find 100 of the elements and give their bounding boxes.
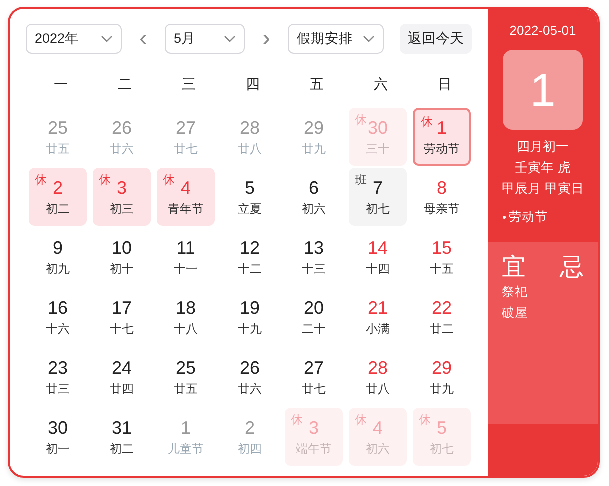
day-number: 25 [48,118,68,138]
day-number: 30 [368,118,388,138]
weekday-label: 三 [181,76,197,94]
lunar-date: 小满 [366,322,390,336]
day-cell[interactable]: 班 7 初七 [349,168,407,226]
day-cell[interactable]: 8 母亲节 [413,168,471,226]
lunar-date: 端午节 [296,442,332,456]
holiday-select[interactable]: 假期安排 [288,24,384,54]
lunar-info: 甲辰月 甲寅日 [501,180,585,198]
day-number: 10 [112,238,132,258]
day-cell[interactable]: 18 十八 [157,288,215,346]
chevron-down-icon [101,35,113,43]
day-number: 21 [368,298,388,318]
day-cell[interactable]: 11 十一 [157,228,215,286]
day-number: 4 [372,418,383,438]
day-number: 1 [180,418,191,438]
day-cell[interactable]: 22 廿二 [413,288,471,346]
day-cell[interactable]: 休 3 初三 [93,168,151,226]
lunar-date: 母亲节 [424,202,460,216]
prev-month-button[interactable]: ‹ [122,27,165,51]
day-status-label: 休 [35,173,47,187]
lunar-info: 壬寅年 虎 [514,159,572,177]
day-number: 29 [304,118,324,138]
lunar-date: 廿六 [110,142,134,156]
day-cell[interactable]: 16 十六 [29,288,87,346]
weekday-label: 一 [53,76,69,94]
day-number: 9 [52,238,63,258]
day-number: 1 [436,118,447,138]
day-number: 26 [112,118,132,138]
lunar-date: 初三 [110,202,134,216]
day-cell[interactable]: 25 廿五 [157,348,215,406]
day-cell[interactable]: 9 初九 [29,228,87,286]
day-cell[interactable]: 休 4 青年节 [157,168,215,226]
day-cell[interactable]: 20 二十 [285,288,343,346]
lunar-date: 廿五 [174,382,198,396]
day-number: 4 [180,178,191,198]
weekday-label: 四 [245,76,261,94]
lunar-date: 十四 [366,262,390,276]
day-number: 13 [304,238,324,258]
day-number: 30 [48,418,68,438]
day-cell[interactable]: 12 十二 [221,228,279,286]
day-cell[interactable]: 13 十三 [285,228,343,286]
day-cell[interactable]: 31 初二 [93,408,151,466]
day-cell[interactable]: 21 小满 [349,288,407,346]
day-cell[interactable]: 休 1 劳动节 [413,108,471,166]
lunar-date: 初九 [46,262,70,276]
day-number: 24 [112,358,132,378]
lunar-date: 十一 [174,262,198,276]
today-button[interactable]: 返回今天 [400,24,472,54]
lunar-date: 廿四 [110,382,134,396]
day-number: 27 [176,118,196,138]
yi-item: 祭祀 [502,284,528,301]
year-select[interactable]: 2022年 [26,24,122,54]
chevron-down-icon [363,35,375,43]
day-status-label: 休 [419,413,431,427]
day-number: 28 [368,358,388,378]
day-cell[interactable]: 30 初一 [29,408,87,466]
day-cell[interactable]: 23 廿三 [29,348,87,406]
day-number: 12 [240,238,260,258]
lunar-date: 二十 [302,322,326,336]
day-cell[interactable]: 28 廿八 [349,348,407,406]
lunar-date: 廿二 [430,322,454,336]
lunar-date: 初七 [430,442,454,456]
day-number: 18 [176,298,196,318]
day-cell[interactable]: 休 2 初二 [29,168,87,226]
day-cell[interactable]: 29 廿九 [413,348,471,406]
day-number: 14 [368,238,388,258]
lunar-date: 廿八 [366,382,390,396]
lunar-date: 儿童节 [168,442,204,456]
lunar-date: 十五 [430,262,454,276]
lunar-date: 十三 [302,262,326,276]
day-number: 31 [112,418,132,438]
day-cell[interactable]: 27 廿七 [285,348,343,406]
lunar-date: 十六 [46,322,70,336]
yi-title: 宜 [502,254,527,282]
selected-date: 2022-05-01 [508,23,578,38]
lunar-date: 十八 [174,322,198,336]
day-cell[interactable]: 5 立夏 [221,168,279,226]
weekday-label: 日 [437,76,453,94]
day-cell[interactable]: 15 十五 [413,228,471,286]
chevron-down-icon [224,35,236,43]
day-number: 7 [372,178,383,198]
day-number: 5 [436,418,447,438]
day-cell[interactable]: 14 十四 [349,228,407,286]
ji-title: 忌 [560,254,584,282]
day-cell[interactable]: 6 初六 [285,168,343,226]
month-select[interactable]: 5月 [165,24,245,54]
day-cell[interactable]: 17 十七 [93,288,151,346]
lunar-date: 廿六 [238,382,262,396]
lunar-date: 初二 [110,442,134,456]
day-cell[interactable]: 10 初十 [93,228,151,286]
next-month-button[interactable]: › [245,27,288,51]
day-number: 5 [244,178,255,198]
day-cell[interactable]: 26 廿六 [221,348,279,406]
day-cell[interactable]: 24 廿四 [93,348,151,406]
lunar-date: 初二 [46,202,70,216]
lunar-date: 廿八 [238,142,262,156]
day-cell[interactable]: 19 十九 [221,288,279,346]
yi-item: 破屋 [502,305,528,322]
lunar-date: 廿五 [46,142,70,156]
